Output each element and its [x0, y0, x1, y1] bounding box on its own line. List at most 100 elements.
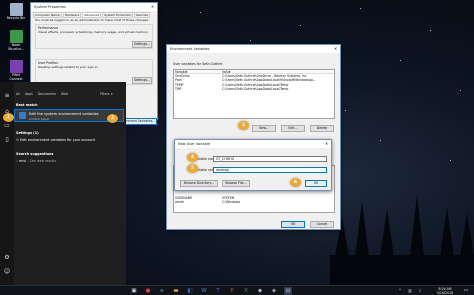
notifications-icon[interactable]: ▭: [462, 287, 470, 295]
new-variable-ok-button[interactable]: OK: [305, 180, 327, 187]
suggestion-item[interactable]: ⌕ envi - See web results: [16, 159, 56, 163]
user-variables-table[interactable]: Variable Value OneDrive C:\Users\Seth.Gut…: [173, 69, 335, 119]
edit-variable-button[interactable]: Edit...: [281, 125, 305, 132]
phone-icon[interactable]: ▯: [3, 136, 11, 144]
star: [200, 12, 201, 13]
gear-icon[interactable]: ⚙: [3, 254, 11, 262]
network-icon[interactable]: ▥: [406, 287, 414, 295]
user-variables-label: User variables for Seth.Guthrie: [173, 62, 223, 66]
performance-text: Visual effects, processor scheduling, me…: [38, 30, 148, 34]
admin-note: You must be logged on as an Administrato…: [35, 18, 149, 22]
tab-all[interactable]: All: [16, 92, 20, 96]
outlook-icon[interactable]: ◧: [186, 287, 194, 295]
task-view-icon[interactable]: ▣: [130, 287, 138, 295]
close-icon[interactable]: ✕: [148, 3, 157, 11]
contacts-icon[interactable]: ▭: [3, 122, 11, 130]
window-title: Environment Variables: [170, 47, 210, 51]
excel-icon[interactable]: X: [242, 287, 250, 295]
search-icon: ⌕: [16, 159, 18, 163]
tree: [355, 202, 369, 257]
tree: [460, 213, 474, 257]
tab-apps[interactable]: Apps: [25, 92, 33, 96]
callout-badge-3: 3: [238, 121, 249, 130]
best-match-heading: Best match: [16, 103, 38, 107]
star: [380, 140, 381, 141]
gear-icon: ⚙: [16, 138, 20, 142]
taskbar: ▣ ● e ▬ ◧ W T P X ◆ ◈ ▤ ^ ▥ ♪ 8:26 AM 5/…: [0, 285, 474, 295]
settings-result-label: Edit environment variables for your acco…: [20, 138, 95, 142]
volume-icon[interactable]: ♪: [416, 287, 424, 295]
tab-web[interactable]: Web: [61, 92, 68, 96]
new-user-variable-dialog: New User Variable ✕ Variable name: GT_CO…: [174, 139, 332, 191]
file-explorer-icon[interactable]: ▬: [172, 287, 180, 295]
app-icon[interactable]: ◈: [270, 287, 278, 295]
edge-icon[interactable]: e: [158, 287, 166, 295]
suggestion-text: envi: [18, 159, 27, 163]
column-header-variable: Variable: [175, 70, 188, 74]
system-properties-taskbar-icon[interactable]: ▤: [284, 287, 292, 295]
start-menu-search-panel: ≡ ⌂ ▭ ▯ ⚙ ☺ All Apps Documents Web Filte…: [0, 82, 126, 285]
clock-date: 5/16/2018: [436, 290, 454, 295]
new-variable-button[interactable]: New...: [252, 125, 276, 132]
suggestion-hint: - See web results: [27, 159, 57, 163]
system-tray-up-icon[interactable]: ^: [396, 287, 404, 295]
tree: [410, 195, 424, 257]
close-icon[interactable]: ✕: [331, 45, 340, 53]
clock[interactable]: 8:26 AM 5/16/2018: [432, 287, 458, 295]
star: [345, 110, 346, 111]
settings-heading: Settings (1): [16, 131, 39, 135]
new-variable-titlebar: New User Variable ✕: [175, 140, 331, 148]
variable-value: C:\Users\Seth.Guthrie\AppData\Local\Temp: [222, 86, 289, 91]
performance-settings-button[interactable]: Settings...: [132, 41, 152, 48]
teams-icon[interactable]: T: [214, 287, 222, 295]
word-icon[interactable]: W: [200, 287, 208, 295]
callout-badge-4: 4: [187, 153, 198, 162]
feedback-icon[interactable]: ☺: [3, 268, 11, 276]
browse-directory-button[interactable]: Browse Directory...: [180, 180, 218, 187]
user-profiles-settings-button[interactable]: Settings...: [132, 77, 152, 84]
desktop-icon-node-structure[interactable]: Node Structur...: [5, 30, 27, 51]
tab-documents[interactable]: Documents: [38, 92, 56, 96]
app-icon: [9, 30, 23, 43]
table-row[interactable]: TMP C:\Users\Seth.Guthrie\AppData\Local\T…: [174, 87, 334, 91]
recycle-bin-icon: [9, 3, 23, 16]
performance-group: Performance Visual effects, processor sc…: [35, 24, 153, 49]
desktop-icon-label: PWM Connect: [9, 73, 23, 81]
star: [360, 8, 361, 9]
star: [460, 90, 461, 91]
environment-variables-window: Environment Variables ✕ User variables f…: [166, 44, 341, 230]
tree: [380, 209, 394, 257]
app-icon[interactable]: ◆: [256, 287, 264, 295]
best-match-subtitle: Control panel: [29, 117, 50, 121]
tree: [440, 207, 454, 257]
best-match-title: Edit the system environment variables: [29, 112, 99, 116]
desktop-icon-pwm-connect[interactable]: PWM Connect: [5, 60, 27, 81]
browse-file-button[interactable]: Browse File...: [222, 180, 250, 187]
env-cancel-button[interactable]: Cancel: [310, 221, 334, 228]
variable-name-input[interactable]: GT_CONFIG: [213, 156, 327, 162]
table-row[interactable]: windir C:\Windows: [174, 200, 334, 204]
variable-value-input[interactable]: desktop: [213, 167, 327, 173]
callout-badge-6: 6: [290, 178, 301, 187]
callout-badge-5: 5: [187, 164, 198, 173]
search-scope-tabs: All Apps Documents Web: [16, 92, 68, 96]
variable-name: TMP: [175, 86, 182, 91]
window-title: System Properties: [34, 5, 66, 9]
star: [250, 40, 251, 41]
desktop-icon-label: Node Structur...: [8, 43, 24, 51]
callout-badge-2: 2: [107, 114, 118, 123]
callout-badge-1: 1: [3, 113, 14, 122]
powerpoint-icon[interactable]: P: [228, 287, 236, 295]
desktop-icon-label: Recycle Bin: [6, 16, 26, 20]
system-properties-titlebar: System Properties ✕: [31, 3, 157, 11]
desktop-icon-recycle-bin[interactable]: Recycle Bin: [5, 3, 27, 21]
env-ok-button[interactable]: OK: [281, 221, 305, 228]
settings-result-item[interactable]: ⚙ Edit environment variables for your ac…: [16, 138, 95, 142]
delete-variable-button[interactable]: Delete: [310, 125, 334, 132]
star: [400, 60, 401, 61]
close-icon[interactable]: ✕: [322, 140, 331, 148]
variable-name: windir: [175, 200, 185, 205]
hamburger-icon[interactable]: ≡: [3, 92, 11, 100]
chrome-icon[interactable]: ●: [144, 287, 152, 295]
filters-button[interactable]: Filters: [100, 92, 110, 96]
